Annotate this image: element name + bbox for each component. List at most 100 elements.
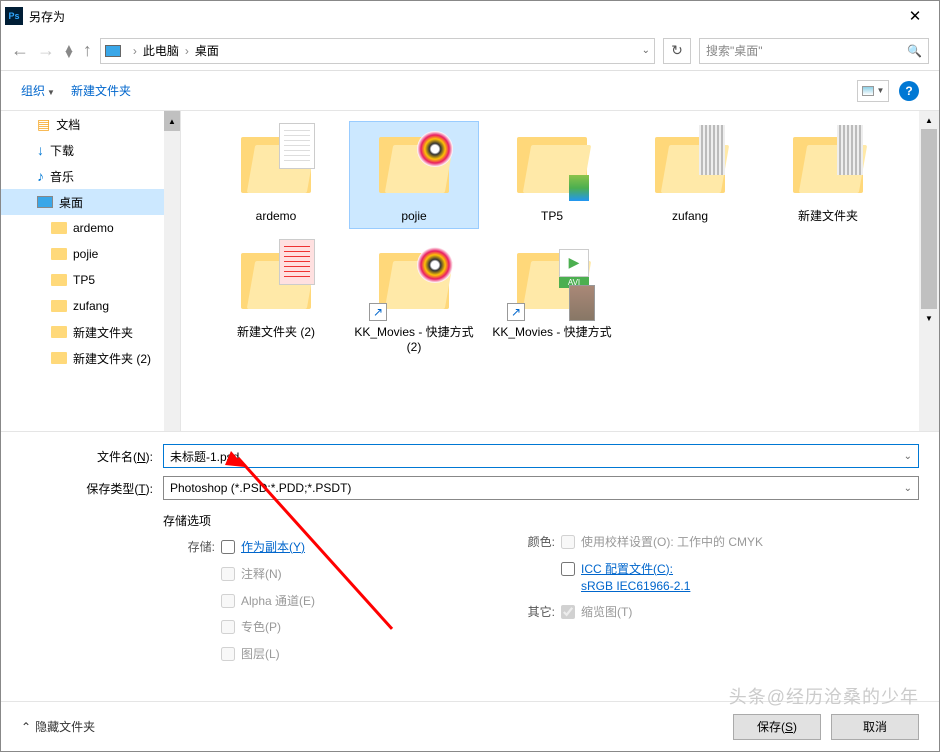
- file-item[interactable]: 新建文件夹 (2): [211, 237, 341, 360]
- store-label: 存储:: [163, 539, 215, 556]
- tree-label: ardemo: [73, 221, 114, 235]
- document-icon: ▤: [37, 116, 50, 133]
- as-copy-link[interactable]: 作为副本(Y): [241, 539, 305, 556]
- sidebar: ▤ 文档 ↓下载♪音乐桌面 ardemo pojie TP5 zufang 新建文件夹新建文件…: [1, 111, 181, 431]
- organize-menu[interactable]: 组织▼: [21, 82, 55, 99]
- folder-icon: ↗: [369, 241, 459, 321]
- folder-icon: [51, 352, 67, 364]
- folder-icon: [51, 300, 67, 312]
- sidebar-item[interactable]: zufang: [1, 293, 180, 319]
- other-label: 其它:: [503, 604, 555, 621]
- spot-checkbox: [221, 620, 235, 634]
- scroll-down[interactable]: ▼: [919, 309, 939, 327]
- up-button[interactable]: ↑: [83, 40, 92, 61]
- breadcrumb-item[interactable]: 此电脑: [143, 42, 179, 59]
- sidebar-scrollbar[interactable]: [164, 111, 180, 431]
- sidebar-item[interactable]: ♪音乐: [1, 163, 180, 189]
- folder-icon: [507, 125, 597, 205]
- sidebar-item[interactable]: ↓下载: [1, 137, 180, 163]
- shortcut-icon: ↗: [507, 303, 525, 321]
- history-dropdown[interactable]: ▲▼: [63, 45, 75, 57]
- ps-icon: Ps: [5, 7, 23, 25]
- as-copy-checkbox[interactable]: [221, 540, 235, 554]
- file-name: KK_Movies - 快捷方式 (2): [353, 325, 475, 356]
- save-button[interactable]: 保存(S): [733, 714, 821, 740]
- sidebar-item[interactable]: TP5: [1, 267, 180, 293]
- proof-checkbox: [561, 535, 575, 549]
- file-item[interactable]: TP5: [487, 121, 617, 229]
- file-name: pojie: [401, 209, 426, 225]
- toolbar: 组织▼ 新建文件夹 ▼ ?: [1, 71, 939, 111]
- forward-button[interactable]: →: [37, 40, 55, 61]
- close-button[interactable]: ✕: [895, 7, 935, 25]
- tree-label: zufang: [73, 299, 109, 313]
- filename-input[interactable]: 未标题-1.psd ⌄: [163, 444, 919, 468]
- footer: ⌃ 隐藏文件夹 保存(S) 取消: [1, 701, 939, 751]
- layers-checkbox: [221, 647, 235, 661]
- search-input[interactable]: 搜索"桌面" 🔍: [699, 38, 929, 64]
- desktop-icon: [37, 196, 53, 208]
- alpha-checkbox: [221, 594, 235, 608]
- breadcrumb-item[interactable]: 桌面: [195, 42, 219, 59]
- desktop-icon: [105, 45, 121, 57]
- refresh-button[interactable]: ↻: [663, 38, 691, 64]
- folder-icon: [645, 125, 735, 205]
- filename-dropdown[interactable]: ⌄: [904, 451, 912, 462]
- filetype-label: 保存类型(T):: [21, 480, 153, 497]
- scroll-thumb[interactable]: [921, 129, 937, 309]
- file-name: TP5: [541, 209, 563, 225]
- file-item[interactable]: ↗ KK_Movies - 快捷方式 (2): [349, 237, 479, 360]
- window-title: 另存为: [29, 8, 895, 25]
- sidebar-item[interactable]: 新建文件夹: [1, 319, 180, 345]
- file-name: 新建文件夹: [798, 209, 858, 225]
- file-item[interactable]: 新建文件夹: [763, 121, 893, 229]
- filetype-dropdown[interactable]: ⌄: [904, 483, 912, 494]
- folder-icon: ▶AVI↗: [507, 241, 597, 321]
- tree-label: pojie: [73, 247, 98, 261]
- file-item[interactable]: zufang: [625, 121, 755, 229]
- tree-label: 新建文件夹 (2): [73, 350, 151, 367]
- search-placeholder: 搜索"桌面": [706, 42, 763, 59]
- help-icon[interactable]: ?: [899, 81, 919, 101]
- files-scrollbar[interactable]: ▲ ▼: [919, 111, 939, 431]
- address-dropdown[interactable]: ⌄: [642, 45, 650, 56]
- file-name: zufang: [672, 209, 708, 225]
- back-button[interactable]: ←: [11, 40, 29, 61]
- sidebar-item[interactable]: 桌面: [1, 189, 180, 215]
- thumbnail-checkbox: [561, 605, 575, 619]
- folder-icon: [51, 222, 67, 234]
- nav-bar: ← → ▲▼ ↑ › 此电脑 › 桌面 ⌄ ↻ 搜索"桌面" 🔍: [1, 31, 939, 71]
- shortcut-icon: ↗: [369, 303, 387, 321]
- folder-icon: [369, 125, 459, 205]
- filename-label: 文件名(N):: [21, 448, 153, 465]
- file-name: KK_Movies - 快捷方式: [492, 325, 611, 341]
- file-item[interactable]: ▶AVI↗ KK_Movies - 快捷方式: [487, 237, 617, 360]
- address-bar[interactable]: › 此电脑 › 桌面 ⌄: [100, 38, 655, 64]
- icc-checkbox[interactable]: [561, 562, 575, 576]
- new-folder-button[interactable]: 新建文件夹: [71, 82, 131, 99]
- tree-label: 新建文件夹: [73, 324, 133, 341]
- icc-link[interactable]: ICC 配置文件(C):sRGB IEC61966-2.1: [581, 561, 690, 595]
- folder-icon: [231, 125, 321, 205]
- main-area: ▤文档↓下载♪音乐桌面ardemopojieTP5zufang新建文件夹新建文件…: [1, 111, 939, 431]
- tree-label: 桌面: [59, 194, 83, 211]
- sidebar-item[interactable]: pojie: [1, 241, 180, 267]
- cancel-button[interactable]: 取消: [831, 714, 919, 740]
- file-pane: ardemo pojie TP5 zufang 新建文件夹新建文件夹 (2) ↗ KK_Mo…: [181, 111, 939, 431]
- sidebar-item[interactable]: 新建文件夹 (2): [1, 345, 180, 371]
- sidebar-scroll-up[interactable]: ▲: [164, 111, 180, 131]
- tree-label: 下载: [50, 142, 74, 159]
- notes-checkbox: [221, 567, 235, 581]
- filetype-select[interactable]: Photoshop (*.PSD;*.PDD;*.PSDT) ⌄: [163, 476, 919, 500]
- file-name: ardemo: [256, 209, 297, 225]
- tree-label: 文档: [56, 116, 80, 133]
- file-item[interactable]: ardemo: [211, 121, 341, 229]
- view-button[interactable]: ▼: [857, 80, 889, 102]
- color-label: 颜色:: [503, 534, 555, 551]
- file-item[interactable]: pojie: [349, 121, 479, 229]
- sidebar-item[interactable]: ▤ 文档: [1, 111, 180, 137]
- sidebar-item[interactable]: ardemo: [1, 215, 180, 241]
- hide-folders-toggle[interactable]: ⌃ 隐藏文件夹: [21, 718, 95, 735]
- chevron-up-icon: ⌃: [21, 720, 31, 734]
- scroll-up[interactable]: ▲: [919, 111, 939, 129]
